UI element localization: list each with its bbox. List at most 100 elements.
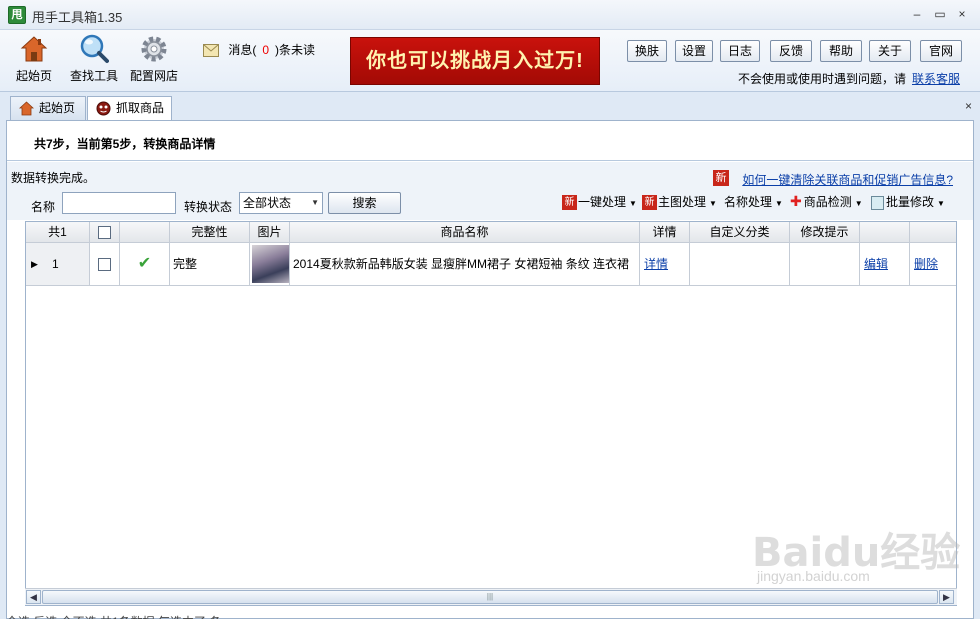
help-button[interactable]: 帮助: [820, 40, 862, 62]
step-header: 共7步，当前第5步，转换商品详情: [7, 121, 973, 161]
message-count: 0: [262, 43, 270, 57]
column-header-name[interactable]: 商品名称: [290, 222, 640, 243]
home-tool-label: 起始页: [15, 69, 52, 83]
delete-link[interactable]: 删除: [914, 257, 938, 271]
bug-icon: [96, 101, 111, 116]
row-delete-cell: 删除: [910, 243, 956, 286]
column-header-status: [120, 222, 170, 243]
column-header-select-all[interactable]: [90, 222, 120, 243]
scrollbar-thumb[interactable]: |||: [42, 590, 938, 604]
search-button[interactable]: 搜索: [328, 192, 401, 214]
filter-area: 数据转换完成。 新 如何一键清除关联商品和促销广告信息? 名称 转换状态 全部状…: [7, 162, 973, 220]
envelope-icon: [203, 44, 219, 58]
skin-button[interactable]: 换肤: [627, 40, 667, 62]
edit-link[interactable]: 编辑: [864, 257, 888, 271]
new-badge-icon: 新: [562, 195, 577, 211]
row-edit-cell: 编辑: [860, 243, 910, 286]
name-process-button[interactable]: 名称处理 ▼: [724, 193, 783, 210]
batch-edit-button[interactable]: 批量修改 ▼: [871, 193, 945, 210]
tab-home-label: 起始页: [39, 101, 76, 115]
detail-link[interactable]: 详情: [644, 257, 668, 271]
horizontal-scrollbar[interactable]: ◀ ||| ▶: [25, 588, 957, 605]
footer-status-text: 全选 反选 全不选 共1条数据 每选中了 条: [6, 613, 221, 619]
current-row-marker-icon: ▶: [31, 259, 38, 269]
product-check-label: 商品检测: [803, 195, 852, 209]
tab-grab-products-label: 抓取商品: [116, 101, 165, 115]
row-image-cell[interactable]: [250, 243, 290, 286]
row-index: 1: [52, 257, 59, 271]
row-category[interactable]: [690, 243, 790, 286]
product-check-button[interactable]: ✚ 商品检测 ▼: [790, 193, 863, 210]
state-filter-value: 全部状态: [243, 196, 292, 210]
tab-grab-products[interactable]: 抓取商品: [87, 96, 172, 121]
watermark-url: jingyan.baidu.com: [757, 568, 870, 584]
dropdown-caret-icon: ▼: [775, 199, 783, 208]
table-row-header[interactable]: ▶ 1: [26, 243, 90, 286]
name-process-label: 名称处理: [724, 195, 773, 209]
row-integrity: 完整: [170, 243, 250, 286]
row-detail-cell: 详情: [640, 243, 690, 286]
feedback-button[interactable]: 反馈: [770, 40, 812, 62]
magnifier-icon: [79, 34, 109, 64]
status-text: 数据转换完成。: [11, 171, 96, 185]
row-hint: [790, 243, 860, 286]
tab-home[interactable]: 起始页: [10, 96, 86, 120]
help-text: 不会使用或使用时遇到问题，请: [737, 72, 906, 86]
promo-banner[interactable]: 你也可以挑战月入过万!: [350, 37, 600, 85]
window-title: 甩手工具箱1.35: [32, 10, 123, 25]
column-header-detail[interactable]: 详情: [640, 222, 690, 243]
column-header-edit: [860, 222, 910, 243]
row-select-cell[interactable]: [90, 243, 120, 286]
main-image-process-label: 主图处理: [658, 195, 707, 209]
scroll-left-icon[interactable]: ◀: [26, 590, 41, 604]
batch-edit-icon: [871, 195, 884, 210]
product-thumbnail[interactable]: [252, 245, 289, 283]
column-header-hint[interactable]: 修改提示: [790, 222, 860, 243]
app-logo-icon: 甩: [8, 6, 26, 24]
dropdown-caret-icon: ▼: [709, 199, 717, 208]
column-header-image[interactable]: 图片: [250, 222, 290, 243]
log-button[interactable]: 日志: [720, 40, 760, 62]
dropdown-caret-icon: ▼: [854, 199, 863, 208]
state-filter-select[interactable]: 全部状态 ▼: [239, 192, 323, 214]
new-badge-icon: 新: [713, 170, 729, 186]
about-button[interactable]: 关于: [869, 40, 911, 62]
column-header-delete: [910, 222, 956, 243]
row-product-name[interactable]: 2014夏秋款新品韩版女装 显瘦胖MM裙子 女裙短袖 条纹 连衣裙: [290, 243, 640, 286]
dropdown-arrow-icon: ▼: [311, 198, 319, 207]
red-cross-icon: ✚: [790, 193, 802, 209]
main-toolbar: 起始页 查找工具 配置网店 消息(0)条未读 你也可以挑战月入过万! 换肤 设置…: [0, 30, 980, 92]
config-store-button[interactable]: 配置网店: [128, 34, 180, 84]
column-header-category[interactable]: 自定义分类: [690, 222, 790, 243]
name-filter-input[interactable]: [62, 192, 176, 214]
step-text: 共7步，当前第5步，转换商品详情: [34, 137, 216, 151]
house-icon: [18, 101, 35, 116]
one-click-process-button[interactable]: 新一键处理 ▼: [562, 193, 637, 211]
find-tool-button[interactable]: 查找工具: [67, 34, 121, 84]
find-tool-label: 查找工具: [69, 69, 118, 83]
maximize-button[interactable]: ▭: [931, 6, 949, 22]
batch-edit-label: 批量修改: [886, 195, 935, 209]
row-checkbox[interactable]: [98, 258, 111, 272]
column-header-count: 共1: [26, 222, 90, 243]
select-all-checkbox[interactable]: [98, 226, 111, 240]
promo-help-link[interactable]: 如何一键清除关联商品和促销广告信息?: [742, 171, 953, 188]
minimize-button[interactable]: –: [908, 6, 926, 22]
main-image-process-button[interactable]: 新主图处理 ▼: [642, 193, 717, 211]
tab-bar: 起始页 抓取商品 ×: [0, 92, 980, 121]
settings-button[interactable]: 设置: [675, 40, 713, 62]
website-button[interactable]: 官网: [920, 40, 962, 62]
close-button[interactable]: ×: [953, 6, 971, 22]
config-store-label: 配置网店: [129, 69, 178, 83]
dropdown-caret-icon: ▼: [629, 199, 637, 208]
message-indicator[interactable]: 消息(0)条未读: [203, 41, 315, 58]
home-tool-button[interactable]: 起始页: [12, 34, 56, 84]
dropdown-caret-icon: ▼: [937, 199, 945, 208]
scroll-right-icon[interactable]: ▶: [939, 590, 954, 604]
contact-support-link[interactable]: 联系客服: [912, 72, 960, 86]
name-filter-label: 名称: [31, 200, 56, 214]
close-tab-icon[interactable]: ×: [965, 99, 972, 113]
column-header-integrity[interactable]: 完整性: [170, 222, 250, 243]
house-icon: [19, 34, 49, 64]
check-mark-icon: ✔: [120, 243, 170, 286]
